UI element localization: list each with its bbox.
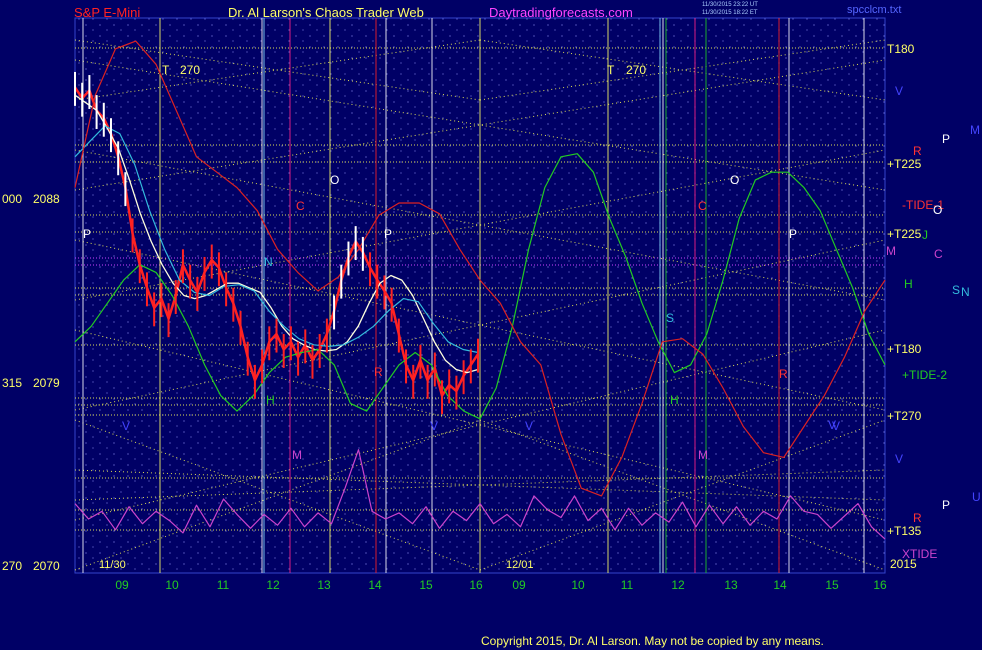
x-tick-label: 13 bbox=[317, 578, 331, 592]
date-label: 12/01 bbox=[506, 559, 534, 571]
x-tick-label: 12 bbox=[266, 578, 280, 592]
x-tick-label: 10 bbox=[571, 578, 585, 592]
x-tick-label: 10 bbox=[165, 578, 179, 592]
right-letter-v-2: V bbox=[895, 452, 904, 466]
x-tick-label: 11 bbox=[217, 578, 230, 592]
right-letter-r-lower: R bbox=[913, 511, 922, 525]
chart-letter-label: P bbox=[384, 227, 392, 241]
chart-letter-label: O bbox=[730, 173, 739, 187]
chart-svg: 09 10 11 12 13 14 15 16 09 10 11 12 13 14 15 16 11/30 12/… bbox=[73, 17, 917, 592]
date-label: 11/30 bbox=[99, 559, 126, 571]
right-letter-o: O bbox=[933, 203, 943, 217]
right-label-t135: +T135 bbox=[887, 524, 922, 538]
chart-letter-label: M bbox=[292, 448, 302, 462]
right-label-t225-upper: +T225 bbox=[887, 157, 922, 171]
chart-letter-label: C bbox=[296, 199, 305, 213]
right-label-t225-lower: +T225 bbox=[887, 227, 922, 241]
chart-letter-label: R bbox=[779, 367, 788, 381]
right-letter-p-lower: P bbox=[942, 498, 951, 512]
chart-letter-label: T bbox=[607, 63, 615, 77]
timestamp-ut: 11/30/2015 23:22 UT bbox=[702, 2, 758, 8]
chart-letter-label: C bbox=[698, 199, 707, 213]
chart-letter-label: 270 bbox=[626, 63, 646, 77]
chart-letter-label: P bbox=[83, 227, 91, 241]
right-letter-j: J bbox=[922, 228, 928, 242]
right-letter-u: U bbox=[972, 490, 981, 504]
copyright-notice: Copyright 2015, Dr. Al Larson. May not b… bbox=[481, 634, 824, 648]
y-tick-left-2: 315 bbox=[2, 376, 23, 390]
right-letter-h: H bbox=[904, 277, 913, 291]
x-tick-label: 14 bbox=[773, 578, 787, 592]
right-letter-r-upper: R bbox=[913, 144, 922, 158]
y-tick-left-1: 000 bbox=[2, 192, 23, 206]
right-letter-v-1: V bbox=[895, 84, 904, 98]
right-letter-n: N bbox=[961, 285, 970, 299]
x-tick-label: 13 bbox=[724, 578, 738, 592]
chart-letter-label: M bbox=[698, 448, 708, 462]
x-tick-label: 09 bbox=[115, 578, 129, 592]
chart-letter-label: H bbox=[266, 393, 275, 407]
x-tick-label: 09 bbox=[512, 578, 526, 592]
right-letter-c: C bbox=[934, 247, 943, 261]
y-tick-left-3: 270 bbox=[2, 559, 23, 573]
x-tick-label: 15 bbox=[419, 578, 433, 592]
chart-letter-label: P bbox=[789, 227, 797, 241]
chart-letter-label: T bbox=[162, 63, 170, 77]
x-tick-label: 15 bbox=[825, 578, 839, 592]
data-file-label: spcclcm.txt bbox=[847, 4, 902, 16]
y-tick-price-3: 2070 bbox=[33, 559, 60, 573]
right-letter-m-far: M bbox=[970, 123, 980, 137]
chart-letter-label: R bbox=[374, 365, 383, 379]
site-url-link[interactable]: Daytradingforecasts.com bbox=[489, 5, 633, 20]
chart-letter-label: V bbox=[430, 419, 438, 433]
x-tick-label: 11 bbox=[621, 578, 634, 592]
chart-letter-label: 270 bbox=[180, 63, 200, 77]
right-label-xtide: XTIDE bbox=[902, 547, 938, 561]
chart-letter-label: S bbox=[666, 311, 674, 325]
site-title: Dr. Al Larson's Chaos Trader Web bbox=[228, 5, 424, 20]
x-tick-label: 12 bbox=[671, 578, 685, 592]
timestamp-et: 11/30/2015 18:22 ET bbox=[702, 10, 758, 16]
right-label-tide-2: +TIDE-2 bbox=[902, 368, 948, 382]
x-tick-label: 16 bbox=[873, 578, 887, 592]
chart-letter-label: V bbox=[122, 419, 130, 433]
chart-letter-label: O bbox=[330, 173, 339, 187]
x-tick-label: 14 bbox=[368, 578, 382, 592]
instrument-label: S&P E-Mini bbox=[74, 5, 141, 20]
y-tick-price-1: 2088 bbox=[33, 192, 60, 206]
right-letter-p-upper: P bbox=[942, 132, 951, 146]
x-tick-label: 16 bbox=[469, 578, 483, 592]
right-label-t180-top: T180 bbox=[887, 42, 915, 56]
chart-letter-label: N bbox=[264, 255, 273, 269]
chart-letter-label: V bbox=[525, 419, 533, 433]
y-tick-price-2: 2079 bbox=[33, 376, 60, 390]
right-label-t180-lower: +T180 bbox=[887, 342, 922, 356]
right-label-t270: +T270 bbox=[887, 409, 922, 423]
right-letter-m: M bbox=[886, 244, 896, 258]
right-letter-v-3: V bbox=[828, 418, 837, 432]
chart-letter-label: H bbox=[670, 393, 679, 407]
right-letter-s: S bbox=[952, 283, 961, 297]
